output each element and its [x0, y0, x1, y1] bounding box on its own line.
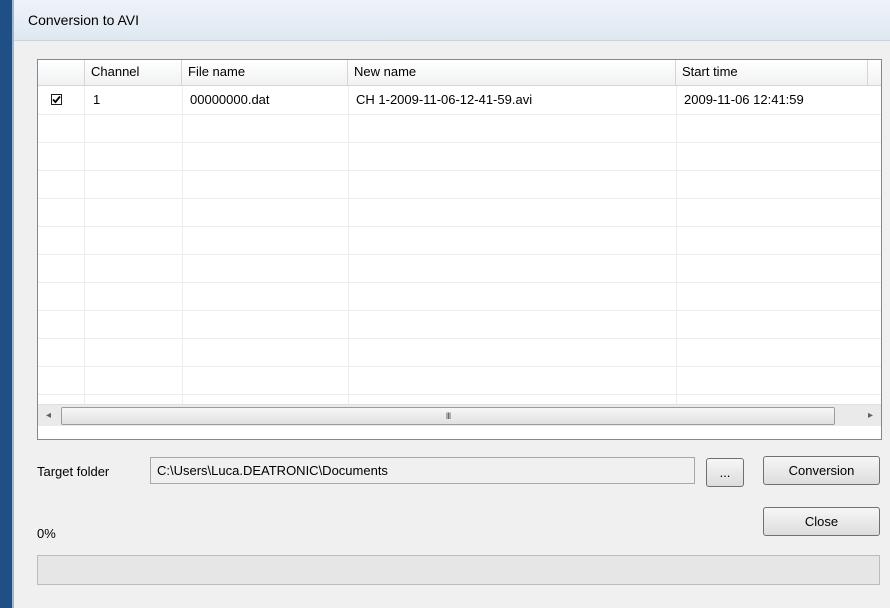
cell-start-time: 2009-11-06 12:41:59 [684, 92, 804, 107]
row-divider [38, 114, 881, 115]
column-header-check[interactable] [38, 60, 85, 85]
list-header: Channel File name New name Start time [38, 60, 881, 86]
row-divider [38, 198, 881, 199]
progress-percent: 0% [37, 526, 56, 541]
column-header-start-time[interactable]: Start time [676, 60, 868, 85]
row-divider [38, 226, 881, 227]
cell-channel: 1 [93, 92, 101, 107]
cell-new-name: CH 1-2009-11-06-12-41-59.avi [356, 92, 533, 107]
column-divider [348, 86, 349, 404]
row-divider [38, 282, 881, 283]
window-title: Conversion to AVI [28, 12, 140, 28]
conversion-button[interactable]: Conversion [763, 456, 880, 485]
column-divider [84, 86, 85, 404]
row-divider [38, 170, 881, 171]
title-bar[interactable]: Conversion to AVI [14, 0, 890, 41]
column-divider [676, 86, 677, 404]
browse-button[interactable]: ... [706, 458, 744, 487]
row-divider [38, 254, 881, 255]
row-divider [38, 310, 881, 311]
row-checkbox[interactable] [51, 94, 62, 105]
column-divider [182, 86, 183, 404]
background-window-edge [0, 0, 12, 608]
row-divider [38, 394, 881, 395]
close-button[interactable]: Close [763, 507, 880, 536]
table-row[interactable]: 1 00000000.dat CH 1-2009-11-06-12-41-59.… [38, 86, 881, 114]
scrollbar-thumb[interactable]: III [61, 407, 835, 425]
scroll-left-icon[interactable]: ◂ [38, 405, 59, 426]
cell-file-name: 00000000.dat [190, 92, 270, 107]
column-header-overflow [868, 60, 881, 85]
row-divider [38, 366, 881, 367]
column-header-new-name[interactable]: New name [348, 60, 676, 85]
scrollbar-grip-icon: III [445, 411, 451, 421]
column-header-channel[interactable]: Channel [85, 60, 182, 85]
list-rows: 1 00000000.dat CH 1-2009-11-06-12-41-59.… [38, 86, 881, 404]
target-folder-label: Target folder [37, 464, 110, 479]
checkmark-icon [52, 95, 61, 104]
file-list[interactable]: Channel File name New name Start time 1 … [37, 59, 882, 440]
horizontal-scrollbar[interactable]: ◂ III ▸ [38, 404, 881, 426]
conversion-dialog: Conversion to AVI Channel File name New … [14, 0, 890, 608]
target-folder-field[interactable]: C:\Users\Luca.DEATRONIC\Documents [150, 457, 695, 484]
progress-bar [37, 555, 880, 585]
column-header-file-name[interactable]: File name [182, 60, 348, 85]
row-divider [38, 142, 881, 143]
row-divider [38, 338, 881, 339]
scroll-right-icon[interactable]: ▸ [860, 405, 881, 426]
